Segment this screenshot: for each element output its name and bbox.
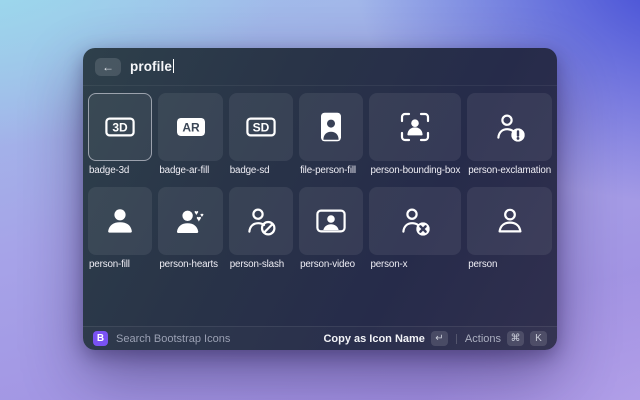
icon-cell-person: person <box>467 187 552 270</box>
footer-actions: Copy as Icon Name ↵ Actions ⌘ K <box>323 331 547 346</box>
badge-3d-icon: 3D <box>104 111 136 143</box>
footer-bar: B Search Bootstrap Icons Copy as Icon Na… <box>83 326 557 350</box>
back-button[interactable]: ← <box>95 58 121 76</box>
bootstrap-logo-icon: B <box>93 331 108 346</box>
person-fill-icon <box>104 205 136 237</box>
icon-label: badge-3d <box>88 165 152 176</box>
icon-cell-person-fill: person-fill <box>88 187 152 270</box>
svg-text:3D: 3D <box>113 121 129 135</box>
icon-label: person-video <box>299 259 363 270</box>
icon-cell-person-hearts: ♥ ♥ ♥ person-hearts <box>158 187 222 270</box>
icon-label: badge-ar-fill <box>158 165 222 176</box>
footer-divider <box>456 334 457 344</box>
person-x-icon <box>399 205 431 237</box>
icon-cell-person-bounding-box: person-bounding-box <box>369 93 461 176</box>
icon-label: person-bounding-box <box>369 165 461 176</box>
icon-label: person <box>467 259 552 270</box>
icon-cell-badge-3d: 3D badge-3d <box>88 93 152 176</box>
icon-label: person-exclamation <box>467 165 552 176</box>
icon-cell-person-exclamation: person-exclamation <box>467 93 552 176</box>
icon-tile-badge-3d[interactable]: 3D <box>88 93 152 161</box>
svg-text:SD: SD <box>253 121 270 135</box>
icon-tile-person-hearts[interactable]: ♥ ♥ ♥ <box>158 187 222 255</box>
search-bar: ← profile <box>83 48 557 86</box>
person-exclamation-icon <box>494 111 526 143</box>
actions-button[interactable]: Actions <box>465 333 501 345</box>
icon-label: badge-sd <box>229 165 293 176</box>
icon-tile-badge-sd[interactable]: SD <box>229 93 293 161</box>
person-video-icon <box>315 205 347 237</box>
icon-label: person-x <box>369 259 461 270</box>
return-key-icon: ↵ <box>431 331 448 346</box>
person-icon <box>494 205 526 237</box>
search-window: ← profile 3D badge-3d AR <box>83 48 557 350</box>
icon-cell-file-person-fill: file-person-fill <box>299 93 363 176</box>
arrow-left-icon: ← <box>102 61 114 73</box>
icon-cell-badge-ar-fill: AR badge-ar-fill <box>158 93 222 176</box>
file-person-fill-icon <box>315 111 347 143</box>
icon-cell-badge-sd: SD badge-sd <box>229 93 293 176</box>
icon-tile-file-person-fill[interactable] <box>299 93 363 161</box>
icon-tile-person[interactable] <box>467 187 552 255</box>
icon-tile-person-video[interactable] <box>299 187 363 255</box>
copy-as-icon-name-button[interactable]: Copy as Icon Name <box>323 333 424 345</box>
icon-tile-person-slash[interactable] <box>229 187 293 255</box>
icon-label: person-fill <box>88 259 152 270</box>
icon-grid: 3D badge-3d AR badge-ar-fill <box>83 86 557 326</box>
text-caret <box>173 59 175 73</box>
icon-label: file-person-fill <box>299 165 363 176</box>
footer-app-name: Search Bootstrap Icons <box>116 333 230 345</box>
icon-label: person-hearts <box>158 259 222 270</box>
k-key-icon: K <box>530 331 547 346</box>
icon-cell-person-video: person-video <box>299 187 363 270</box>
icon-tile-person-fill[interactable] <box>88 187 152 255</box>
icon-label: person-slash <box>229 259 293 270</box>
icon-cell-person-x: person-x <box>369 187 461 270</box>
search-input[interactable]: profile <box>130 59 174 74</box>
badge-sd-icon: SD <box>245 111 277 143</box>
icon-tile-person-exclamation[interactable] <box>467 93 552 161</box>
person-hearts-icon: ♥ ♥ ♥ <box>175 205 207 237</box>
cmd-key-icon: ⌘ <box>507 331 524 346</box>
person-slash-icon <box>245 205 277 237</box>
badge-ar-fill-icon: AR <box>175 111 207 143</box>
icon-tile-person-bounding-box[interactable] <box>369 93 461 161</box>
icon-tile-badge-ar-fill[interactable]: AR <box>158 93 222 161</box>
svg-text:♥: ♥ <box>196 214 201 224</box>
icon-cell-person-slash: person-slash <box>229 187 293 270</box>
icon-tile-person-x[interactable] <box>369 187 461 255</box>
person-bounding-box-icon <box>399 111 431 143</box>
